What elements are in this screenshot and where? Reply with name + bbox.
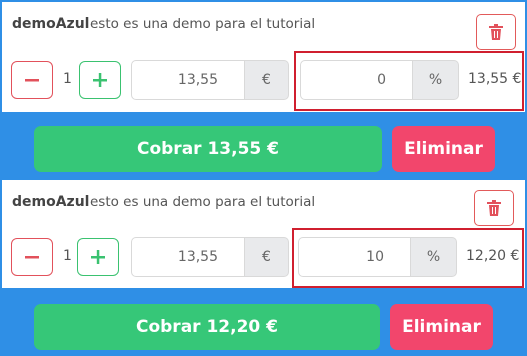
increase-quantity-button[interactable] [77,238,119,276]
price-input[interactable]: 13,55 [131,60,245,100]
plus-icon [91,250,105,264]
line-total: 12,20 € [466,248,520,264]
cobrar-button[interactable]: Cobrar 12,20 € [34,304,380,350]
plus-icon [93,73,107,87]
delete-item-button[interactable] [474,190,514,226]
trash-icon [489,24,503,40]
product-description: esto es una demo para el tutorial [90,194,316,210]
delete-item-button[interactable] [476,14,516,50]
currency-addon: € [245,60,289,100]
discount-input[interactable]: 10 [298,237,411,277]
currency-addon: € [245,237,289,277]
trash-icon [487,200,501,216]
quantity-value: 1 [63,71,72,87]
price-input[interactable]: 13,55 [131,237,245,277]
quantity-value: 1 [63,248,72,264]
decrease-quantity-button[interactable] [11,238,53,276]
product-name: demoAzul [12,194,90,210]
product-card: demoAzul esto es una demo para el tutori… [2,180,525,288]
product-name: demoAzul [12,16,90,32]
cobrar-button[interactable]: Cobrar 13,55 € [34,126,382,172]
percent-addon: % [413,60,459,100]
line-total: 13,55 € [468,71,522,87]
product-card: demoAzul esto es una demo para el tutori… [2,2,525,112]
product-description: esto es una demo para el tutorial [90,16,316,32]
percent-addon: % [411,237,457,277]
decrease-quantity-button[interactable] [11,61,53,99]
increase-quantity-button[interactable] [79,61,121,99]
discount-input[interactable]: 0 [300,60,413,100]
minus-icon [25,78,39,81]
minus-icon [25,255,39,258]
eliminar-button[interactable]: Eliminar [392,126,495,172]
eliminar-button[interactable]: Eliminar [390,304,493,350]
